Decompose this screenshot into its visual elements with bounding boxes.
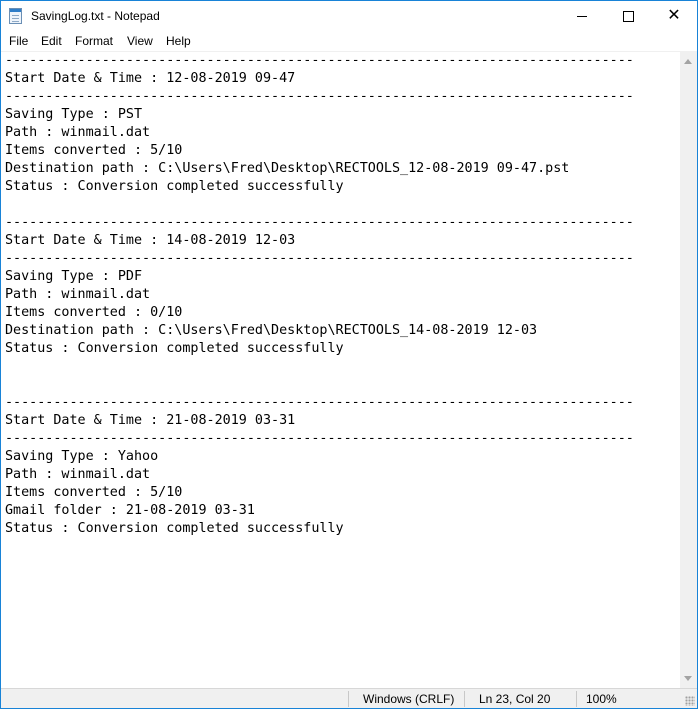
menu-file[interactable]: File — [9, 34, 28, 48]
notepad-window: SavingLog.txt - Notepad ✕ File Edit Form… — [0, 0, 698, 709]
document-text[interactable]: ----------------------------------------… — [5, 52, 634, 538]
status-separator — [348, 691, 349, 707]
close-icon: ✕ — [667, 7, 681, 24]
maximize-icon — [622, 10, 634, 22]
minimize-button[interactable] — [559, 1, 605, 31]
menu-view[interactable]: View — [127, 34, 153, 48]
resize-grip-icon[interactable] — [685, 696, 695, 706]
text-editor[interactable]: ----------------------------------------… — [1, 52, 680, 688]
minimize-icon — [577, 15, 587, 17]
notepad-icon[interactable] — [9, 8, 22, 24]
status-separator — [576, 691, 577, 707]
title-bar[interactable]: SavingLog.txt - Notepad ✕ — [1, 1, 697, 31]
scroll-down-icon[interactable] — [684, 676, 692, 681]
menu-format[interactable]: Format — [75, 34, 113, 48]
status-separator — [464, 691, 465, 707]
status-zoom: 100% — [586, 692, 617, 706]
close-button[interactable]: ✕ — [651, 1, 697, 31]
vertical-scrollbar[interactable] — [680, 52, 697, 688]
menu-help[interactable]: Help — [166, 34, 191, 48]
window-title: SavingLog.txt - Notepad — [31, 9, 160, 23]
scroll-up-icon[interactable] — [684, 59, 692, 64]
status-bar: Windows (CRLF) Ln 23, Col 20 100% — [1, 688, 697, 708]
menu-edit[interactable]: Edit — [41, 34, 62, 48]
status-encoding: Windows (CRLF) — [363, 692, 455, 706]
status-position: Ln 23, Col 20 — [479, 692, 551, 706]
menu-bar: File Edit Format View Help — [1, 31, 697, 51]
maximize-button[interactable] — [605, 1, 651, 31]
